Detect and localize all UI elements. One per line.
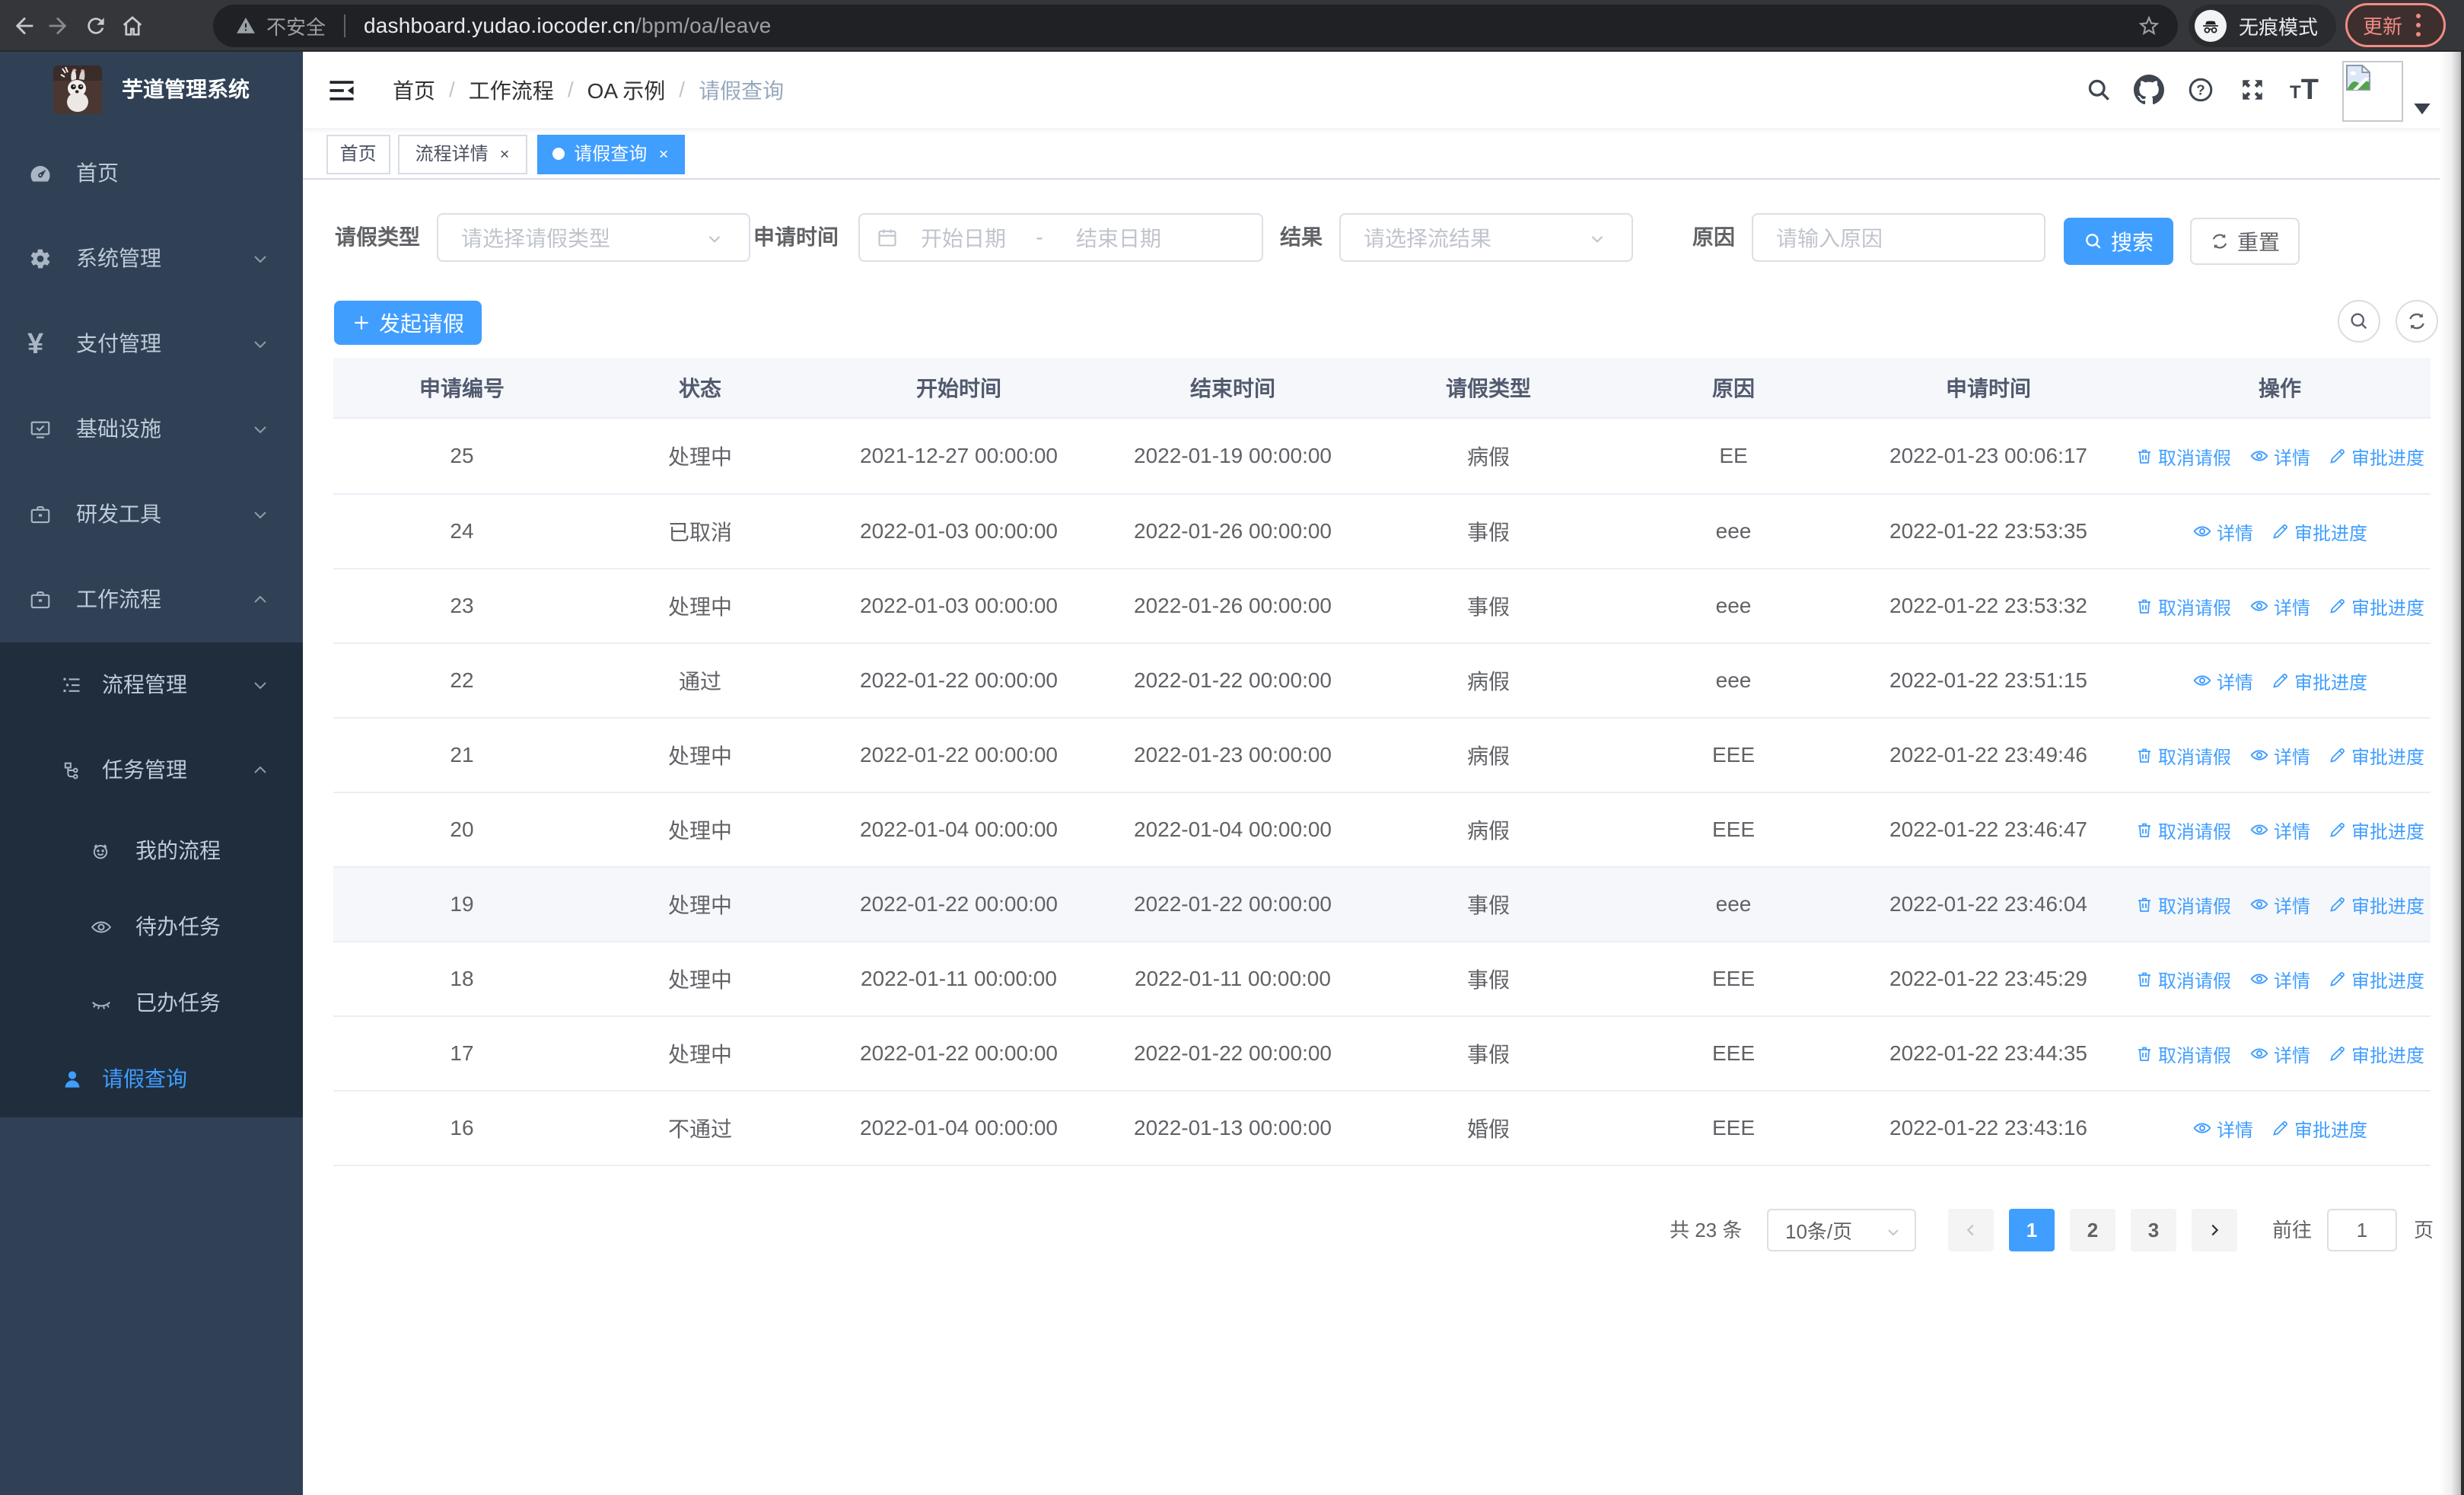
svg-text:?: ? xyxy=(2196,82,2205,98)
